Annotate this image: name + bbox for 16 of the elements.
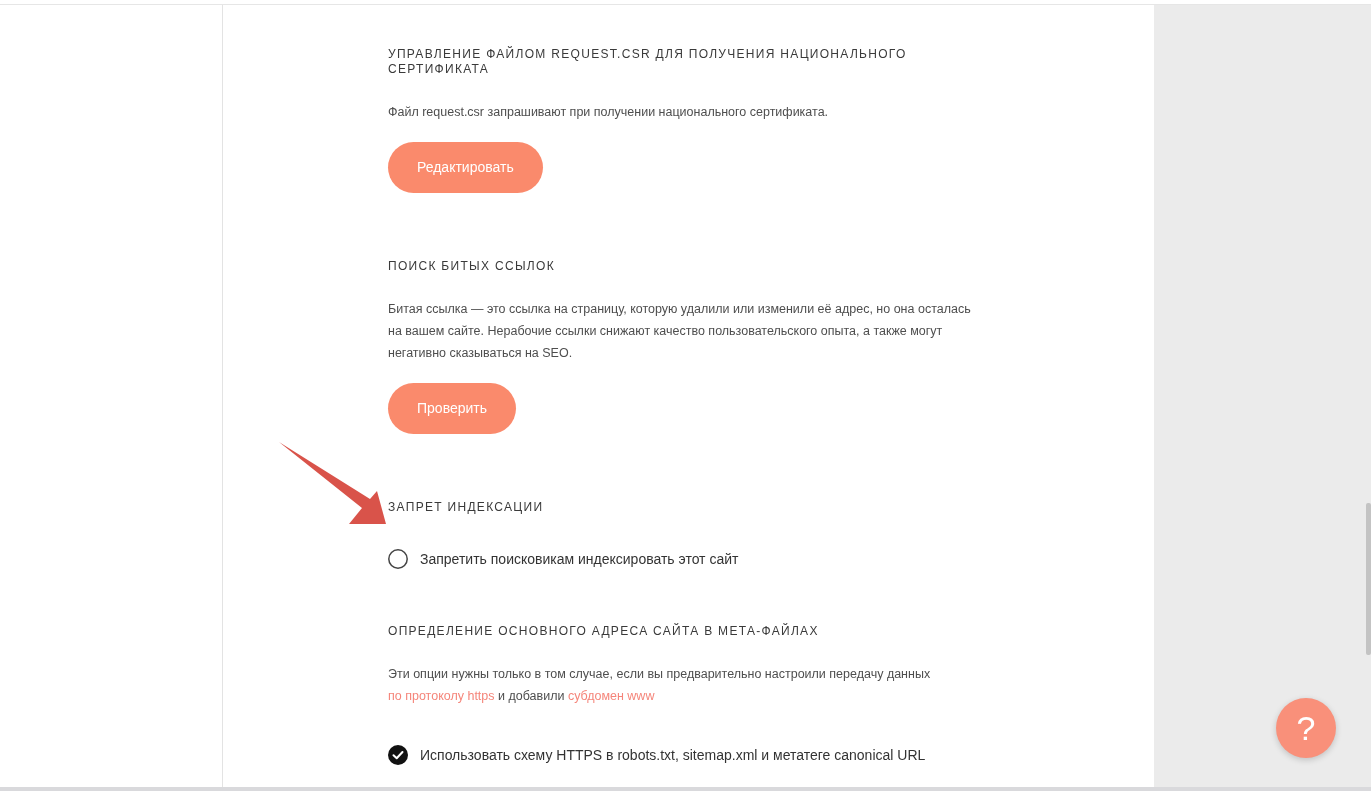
checkbox[interactable] [388, 549, 408, 569]
section-heading: УПРАВЛЕНИЕ ФАЙЛОМ REQUEST.CSR ДЛЯ ПОЛУЧЕНИЯ НАЦИОНАЛЬНОГО СЕРТИФИКАТА [388, 47, 908, 77]
section-heading: ОПРЕДЕЛЕНИЕ ОСНОВНОГО АДРЕСА САЙТА В МЕТА-ФАЙЛАХ [388, 624, 820, 639]
description-text: Битая ссылка — это ссылка на страницу, которую удалили или изменили её адрес, но она осталась на вашем сайте. Нерабочие ссылки снижают качество пользовательского опыта, а также могут негативно сказываться на SEO. [388, 301, 972, 362]
option-label: Запретить поисковикам индексировать этот сайт [420, 550, 739, 569]
description-text: Эти опции нужны только в том случае, если вы предварительно настроили передачу данных по протоколу https и добавили субдомен www [388, 666, 932, 705]
action-button[interactable]: Проверить [388, 383, 516, 434]
checkbox[interactable] [388, 745, 408, 765]
scrollbar-thumb[interactable] [1366, 503, 1371, 655]
action-button[interactable]: Редактировать [388, 142, 543, 193]
text-link[interactable]: субдомен www [567, 689, 655, 703]
description-text: Файл request.csr запрашивают при получении национального сертификата. [388, 104, 830, 121]
section-heading: ПОИСК БИТЫХ ССЫЛОК [388, 259, 556, 274]
text-link[interactable]: по протоколу https [388, 689, 495, 703]
section-heading: ЗАПРЕТ ИНДЕКСАЦИИ [388, 500, 545, 515]
option-label: Использовать схему HTTPS в robots.txt, sitemap.xml и метатеге canonical URL [420, 746, 926, 765]
